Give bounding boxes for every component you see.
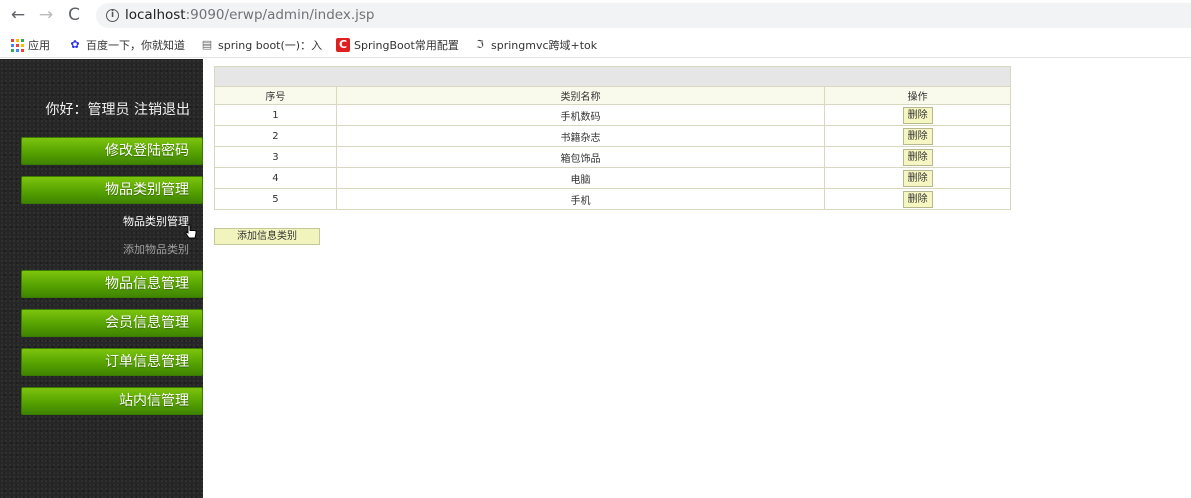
logout-link[interactable]: 注销退出 [134,102,190,118]
table-row: 2 书籍杂志 删除 [214,125,1011,147]
cell-name: 箱包饰品 [335,146,826,168]
site-info-icon[interactable]: i [106,9,119,22]
url-text: localhost:9090/erwp/admin/index.jsp [125,7,375,23]
sidebar: 你好：管理员 注销退出 修改登陆密码 物品类别管理 物品类别管理 添加物品类别 … [0,59,203,498]
menu-change-password[interactable]: 修改登陆密码 [21,137,203,165]
menu-order-info-management[interactable]: 订单信息管理 [21,348,203,376]
delete-button[interactable]: 删除 [902,148,933,166]
bookmark-springmvc[interactable]: ℑ springmvc跨域+tok [473,36,597,54]
greeting: 你好：管理员 注销退出 [0,99,190,119]
table-caption-bar [214,66,1011,87]
bookmark-apps[interactable]: 应用 [11,36,50,54]
cell-name: 手机数码 [335,104,826,126]
header-category-name: 类别名称 [335,86,826,105]
header-action: 操作 [824,86,1011,105]
table-row: 1 手机数码 删除 [214,104,1011,126]
table-row: 4 电脑 删除 [214,167,1011,189]
cell-id: 4 [214,167,337,189]
feather-icon: ℑ [476,38,484,51]
forward-icon[interactable]: → [36,5,56,25]
baidu-paw-icon: ✿ [70,38,80,51]
greeting-text: 你好：管理员 [45,102,130,118]
cell-name: 电脑 [335,167,826,189]
reload-icon[interactable]: C [64,5,84,25]
menu-category-management[interactable]: 物品类别管理 [21,176,203,204]
bookmark-springboot-config[interactable]: C SpringBoot常用配置 [336,36,459,54]
csdn-c-icon: C [336,38,350,52]
delete-button[interactable]: 删除 [902,127,933,145]
submenu-add-category[interactable]: 添加物品类别 [123,241,189,257]
cell-name: 书籍杂志 [335,125,826,147]
header-serial: 序号 [214,86,337,105]
submenu-category-list[interactable]: 物品类别管理 [123,213,189,229]
delete-button[interactable]: 删除 [902,190,933,208]
bookmark-baidu[interactable]: ✿ 百度一下，你就知道 [68,36,185,54]
address-bar[interactable]: i localhost:9090/erwp/admin/index.jsp [96,3,1191,28]
browser-toolbar: ← → C i localhost:9090/erwp/admin/index.… [0,0,1191,32]
table-header-row: 序号 类别名称 操作 [214,86,1011,105]
apps-grid-icon [11,38,24,52]
cell-name: 手机 [335,188,826,210]
cell-id: 2 [214,125,337,147]
table-row: 3 箱包饰品 删除 [214,146,1011,168]
menu-member-info-management[interactable]: 会员信息管理 [21,309,203,337]
menu-site-message-management[interactable]: 站内信管理 [21,387,203,415]
add-category-button[interactable]: 添加信息类别 [214,228,320,245]
menu-item-info-management[interactable]: 物品信息管理 [21,270,203,298]
bookmarks-bar: 应用 ✿ 百度一下，你就知道 ▤ spring boot(一)：入 C Spri… [0,32,1191,58]
cell-id: 3 [214,146,337,168]
cell-id: 1 [214,104,337,126]
table-row: 5 手机 删除 [214,188,1011,210]
back-icon[interactable]: ← [8,5,28,25]
page-icon: ▤ [201,38,213,51]
cell-id: 5 [214,188,337,210]
bookmark-spring-boot[interactable]: ▤ spring boot(一)：入 [200,36,322,54]
hand-cursor-icon [185,224,197,239]
category-table: 序号 类别名称 操作 1 手机数码 删除 2 书籍杂志 删除 3 箱包饰品 删除… [214,66,1011,210]
delete-button[interactable]: 删除 [902,106,933,124]
delete-button[interactable]: 删除 [902,169,933,187]
